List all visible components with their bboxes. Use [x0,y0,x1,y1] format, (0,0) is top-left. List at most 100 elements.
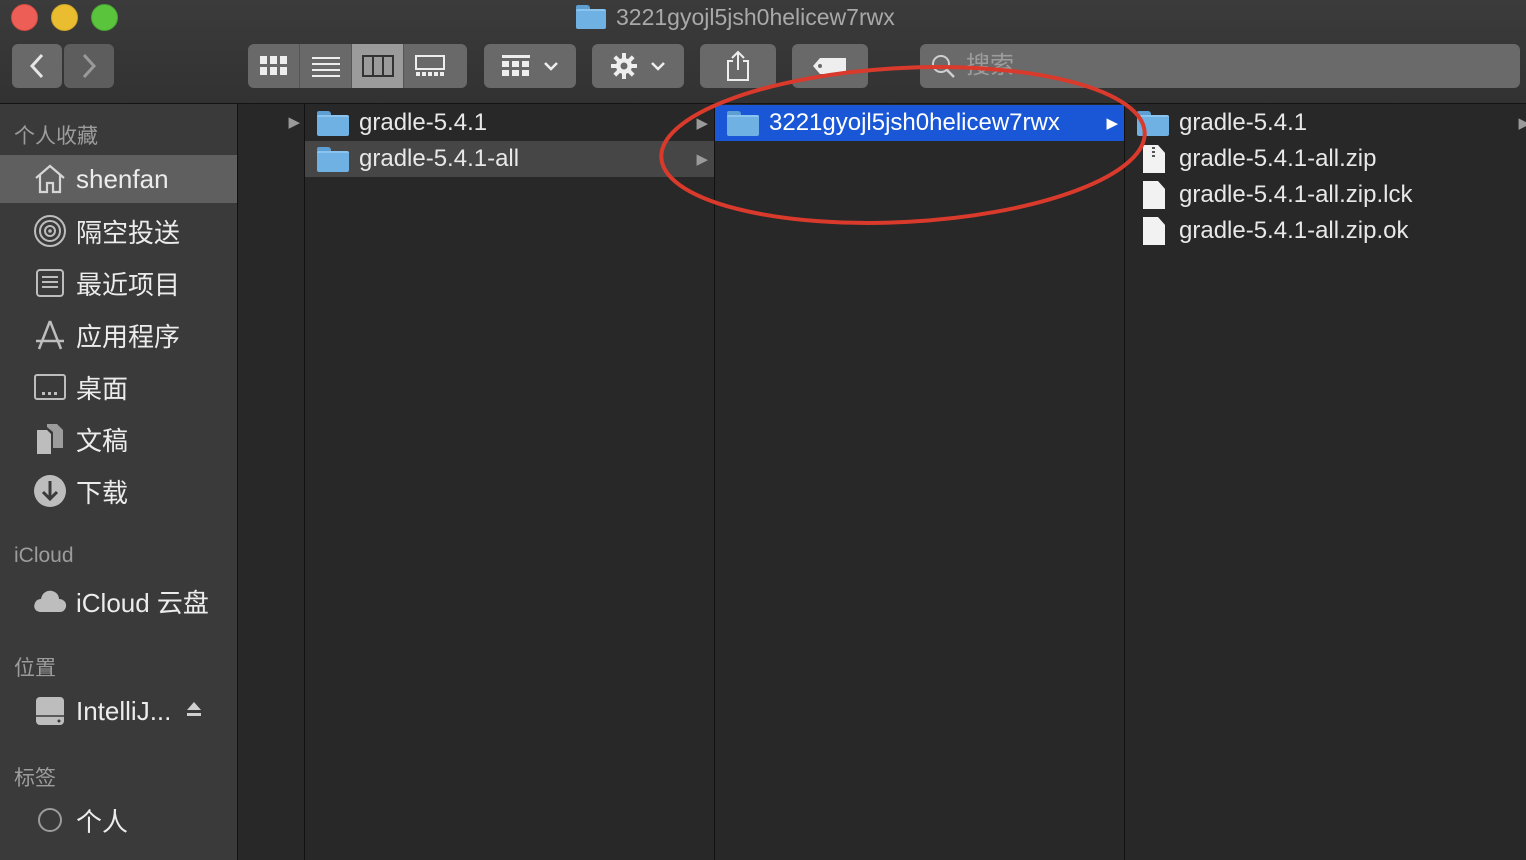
file-icon [1143,181,1165,209]
search-field[interactable] [920,44,1520,88]
sidebar-item-label: IntelliJ... [76,695,172,726]
column-row-name: gradle-5.4.1-all.zip.lck [1179,181,1413,208]
grid-icon [259,56,287,75]
list-view-button[interactable] [300,44,352,88]
sidebar-section-locations: 位置 [14,657,56,680]
column-row[interactable]: gradle-5.4.1-all.zip.ok [1125,213,1526,249]
back-button[interactable] [12,44,62,88]
folder-icon [727,110,759,136]
browser-column-1: ▶ [238,104,305,860]
share-button[interactable] [700,44,776,88]
browser-column-3: 3221gyojl5jsh0helicew7rwx ▶ [715,104,1125,860]
browser-column-2: gradle-5.4.1 ▶ gradle-5.4.1-all ▶ [305,104,715,860]
minimize-window-button[interactable] [51,4,78,31]
disclosure-arrow-icon: ▶ [696,115,708,132]
zoom-window-button[interactable] [91,4,118,31]
browser-column-4: gradle-5.4.1 ▶ gradle-5.4.1-all.zip grad… [1125,104,1526,860]
sidebar-item-label: shenfan [76,163,169,194]
column-row-name: gradle-5.4.1-all.zip [1179,145,1377,172]
sidebar-item-downloads[interactable]: 下载 [0,467,237,515]
window-title: 3221gyojl5jsh0helicew7rwx [576,3,895,31]
column-row-name: gradle-5.4.1-all [359,145,520,172]
chevron-right-icon [82,53,97,79]
sidebar-section-tags: 标签 [14,767,56,790]
airdrop-icon [32,213,68,249]
file-icon [1143,217,1165,245]
folder-icon [576,5,606,29]
sidebar-item-recents[interactable]: 最近项目 [0,259,237,307]
download-icon [32,473,68,509]
share-icon [727,50,749,81]
sidebar-item-label: 应用程序 [76,321,181,352]
folder-icon [317,146,349,172]
sidebar-item-label: 文稿 [76,425,129,456]
sidebar-item-icloud-drive[interactable]: iCloud 云盘 [0,577,237,625]
column-row[interactable]: gradle-5.4.1 ▶ [305,105,714,141]
disclosure-arrow-icon: ▶ [696,151,708,168]
action-menu-button[interactable] [592,44,684,88]
close-window-button[interactable] [11,4,38,31]
sidebar-item-label: iCloud 云盘 [76,587,209,618]
toolbar: 3221gyojl5jsh0helicew7rwx [0,0,1526,104]
column-row-name: gradle-5.4.1-all.zip.ok [1179,217,1409,244]
eject-icon[interactable] [185,698,203,724]
column-row[interactable]: gradle-5.4.1-all.zip.lck [1125,177,1526,213]
column-row-name: gradle-5.4.1 [1179,109,1308,136]
forward-button[interactable] [64,44,114,88]
sidebar-section-favorites: 个人收藏 [14,125,98,148]
sidebar-section-icloud: iCloud [14,544,74,567]
view-mode-control [248,44,467,88]
sidebar-item-home[interactable]: shenfan [0,155,237,203]
icon-view-button[interactable] [248,44,300,88]
sidebar: 个人收藏 shenfan 隔空投送 最近项目 应用程序 桌面 文稿 下载 iCl… [0,104,238,860]
column-row-name: gradle-5.4.1 [359,109,488,136]
column-row-parent[interactable]: ▶ [238,104,304,140]
column-row-selected[interactable]: 3221gyojl5jsh0helicew7rwx ▶ [715,105,1124,141]
sidebar-item-label: 个人 [76,806,129,837]
sidebar-item-label: 桌面 [76,373,129,404]
sidebar-item-desktop[interactable]: 桌面 [0,363,237,411]
sidebar-item-label: 最近项目 [76,269,181,300]
gallery-view-button[interactable] [404,44,456,88]
documents-icon [32,421,68,457]
column-row[interactable]: gradle-5.4.1-all ▶ [305,141,714,177]
desktop-icon [32,369,68,405]
chevron-down-icon [651,62,665,71]
disclosure-arrow-icon: ▶ [1106,115,1118,132]
sidebar-item-tag-personal[interactable]: 个人 [0,796,237,844]
group-by-button[interactable] [484,44,576,88]
column-row[interactable]: gradle-5.4.1-all.zip [1125,141,1526,177]
home-icon [32,161,68,197]
group-grid-icon [502,55,530,76]
sidebar-item-label: 隔空投送 [76,217,181,248]
folder-icon [1137,110,1169,136]
chevron-left-icon [29,53,44,79]
column-view-button[interactable] [352,44,404,88]
sidebar-item-label: 下载 [76,477,129,508]
tag-circle-icon [32,802,68,838]
tag-icon [813,58,846,74]
folder-icon [317,110,349,136]
disk-icon [32,693,68,729]
sidebar-item-intellij-disk[interactable]: IntelliJ... [0,687,237,735]
sidebar-item-applications[interactable]: 应用程序 [0,311,237,359]
search-icon [932,55,955,78]
disclosure-arrow-icon: ▶ [1518,115,1526,132]
zip-file-icon [1143,145,1165,173]
cloud-icon [32,583,68,619]
column-row[interactable]: gradle-5.4.1 ▶ [1125,105,1526,141]
applications-icon [32,317,68,353]
search-input[interactable] [964,51,1508,81]
edit-tags-button[interactable] [792,44,868,88]
gallery-icon [415,55,445,76]
list-icon [311,57,340,77]
column-row-name: 3221gyojl5jsh0helicew7rwx [769,109,1060,136]
disclosure-arrow-icon: ▶ [288,114,300,131]
sidebar-item-airdrop[interactable]: 隔空投送 [0,207,237,255]
recents-icon [32,265,68,301]
window-title-text: 3221gyojl5jsh0helicew7rwx [616,3,895,30]
columns-icon [361,55,394,77]
sidebar-item-documents[interactable]: 文稿 [0,415,237,463]
gear-icon [611,53,637,79]
chevron-down-icon [544,62,558,71]
